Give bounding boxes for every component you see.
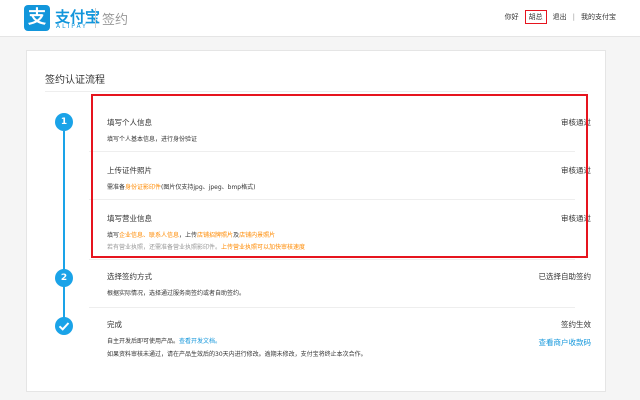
step-2-icon: 2 xyxy=(55,269,73,287)
alipay-logo-icon[interactable]: 支 xyxy=(24,5,50,31)
greeting-text: 你好 xyxy=(504,13,519,21)
progress-rail xyxy=(63,131,65,321)
my-account-link[interactable]: 我的支付宝 xyxy=(581,12,616,22)
step-1-icon: 1 xyxy=(55,113,73,131)
row-desc: 根据实际情况，选择通过服务商签约或者自助签约。 xyxy=(107,290,246,297)
row-desc-secondary: 如果资料审核未通过，请在产品生效后的30天内进行修改。逾期未修改，支付宝将终止本… xyxy=(107,351,367,358)
row-divider xyxy=(89,259,575,260)
status-text: 已选择自助签约 xyxy=(538,272,592,281)
user-nav: 你好 胡总 退出 | 我的支付宝 xyxy=(499,10,616,24)
card-title: 签约认证流程 xyxy=(45,75,105,86)
status-text: 签约生效 xyxy=(561,320,591,329)
review-passed-highlight xyxy=(91,94,588,258)
header-separator xyxy=(95,8,96,28)
page-name: 签约 xyxy=(102,13,129,28)
logout-link[interactable]: 退出 xyxy=(553,12,567,22)
top-header: 支 支付宝 ALIPAY 签约 你好 胡总 退出 | 我的支付宝 xyxy=(0,0,640,37)
dev-docs-link[interactable]: 查看开发文档。 xyxy=(179,338,221,345)
row-title: 完成 xyxy=(107,320,122,329)
username-link[interactable]: 胡总 xyxy=(524,10,547,24)
card-title-rule xyxy=(45,91,587,92)
step-done: 完成 自主开发后即可使用产品。查看开发文档。 如果资料审核未通过，请在产品生效后… xyxy=(107,319,597,358)
status-block: 签约生效 查看商户收款码 xyxy=(539,319,592,348)
step-sign-method: 选择签约方式 根据实际情况，选择通过服务商签约或者自助签约。 已选择自助签约 xyxy=(107,271,597,297)
nav-divider: | xyxy=(572,13,575,21)
row-title: 选择签约方式 xyxy=(107,272,152,281)
desc-text: 自主开发后即可使用产品。 xyxy=(107,338,180,345)
step-3-check-icon xyxy=(55,317,73,335)
merchant-qr-link[interactable]: 查看商户收款码 xyxy=(539,337,592,348)
row-desc: 自主开发后即可使用产品。查看开发文档。 xyxy=(107,336,597,345)
brand-subtitle: ALIPAY xyxy=(56,23,88,30)
row-divider xyxy=(89,307,575,308)
